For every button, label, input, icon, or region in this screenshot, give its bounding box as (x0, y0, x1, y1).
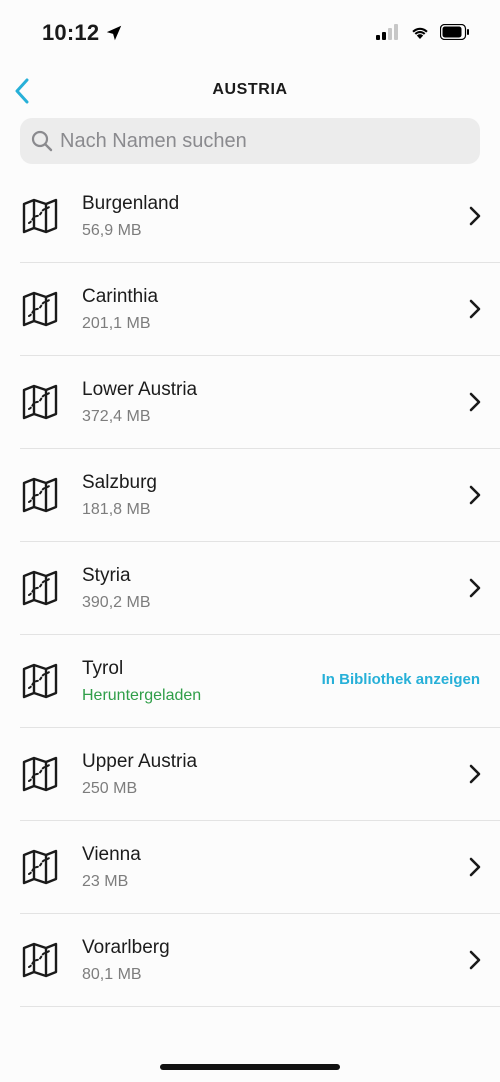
region-list: Burgenland 56,9 MB Carinthia 201,1 MB Lo… (0, 170, 500, 1007)
map-icon (22, 570, 58, 606)
battery-icon (440, 24, 469, 40)
status-bar: 10:12 (0, 0, 500, 68)
region-size: 390,2 MB (82, 594, 151, 611)
chevron-right-icon (469, 950, 481, 970)
location-arrow-icon (107, 25, 122, 41)
region-name: Styria (82, 565, 131, 586)
region-size: 80,1 MB (82, 966, 142, 983)
region-size: 201,1 MB (82, 315, 151, 332)
chevron-right-icon (469, 578, 481, 598)
list-item-styria[interactable]: Styria 390,2 MB (20, 542, 500, 635)
map-icon (22, 756, 58, 792)
map-icon (22, 291, 58, 327)
status-time-label: 10:12 (42, 20, 100, 45)
list-item-vienna[interactable]: Vienna 23 MB (20, 821, 500, 914)
status-indicators (376, 24, 470, 40)
region-size: 56,9 MB (82, 222, 142, 239)
search-input[interactable] (60, 129, 460, 153)
region-name: Burgenland (82, 193, 180, 214)
region-name: Upper Austria (82, 751, 198, 772)
map-icon (22, 942, 58, 978)
chevron-right-icon (469, 764, 481, 784)
chevron-right-icon (469, 206, 481, 226)
list-item-tyrol[interactable]: Tyrol Heruntergeladen In Bibliothek anze… (20, 635, 500, 728)
nav-bar: AUSTRIA (0, 68, 500, 114)
region-size: 181,8 MB (82, 501, 151, 518)
list-item-burgenland[interactable]: Burgenland 56,9 MB (20, 170, 500, 263)
search-icon (31, 130, 53, 152)
chevron-right-icon (469, 857, 481, 877)
region-name: Salzburg (82, 472, 157, 493)
region-name: Tyrol (82, 658, 124, 679)
map-icon (22, 477, 58, 513)
cellular-signal-icon (376, 24, 398, 40)
page-title: AUSTRIA (212, 81, 288, 98)
chevron-right-icon (469, 485, 481, 505)
chevron-right-icon (469, 392, 481, 412)
list-item-salzburg[interactable]: Salzburg 181,8 MB (20, 449, 500, 542)
list-item-lower-austria[interactable]: Lower Austria 372,4 MB (20, 356, 500, 449)
list-item-vorarlberg[interactable]: Vorarlberg 80,1 MB (20, 914, 500, 1007)
region-name: Vienna (82, 844, 141, 865)
map-icon (22, 663, 58, 699)
map-icon (22, 384, 58, 420)
status-time: 10:12 (42, 20, 123, 46)
region-size: 372,4 MB (82, 408, 151, 425)
show-in-library-button[interactable]: In Bibliothek anzeigen (322, 671, 480, 688)
region-name: Carinthia (82, 286, 159, 307)
list-item-upper-austria[interactable]: Upper Austria 250 MB (20, 728, 500, 821)
list-item-carinthia[interactable]: Carinthia 201,1 MB (20, 263, 500, 356)
map-icon (22, 198, 58, 234)
chevron-right-icon (469, 299, 481, 319)
region-size: 23 MB (82, 873, 129, 890)
region-name: Lower Austria (82, 379, 198, 400)
region-size: 250 MB (82, 780, 138, 797)
wifi-icon (412, 27, 428, 39)
region-name: Vorarlberg (82, 937, 170, 958)
download-status: Heruntergeladen (82, 687, 202, 704)
map-icon (22, 849, 58, 885)
home-indicator (160, 1064, 340, 1070)
search-bar[interactable] (20, 118, 480, 164)
